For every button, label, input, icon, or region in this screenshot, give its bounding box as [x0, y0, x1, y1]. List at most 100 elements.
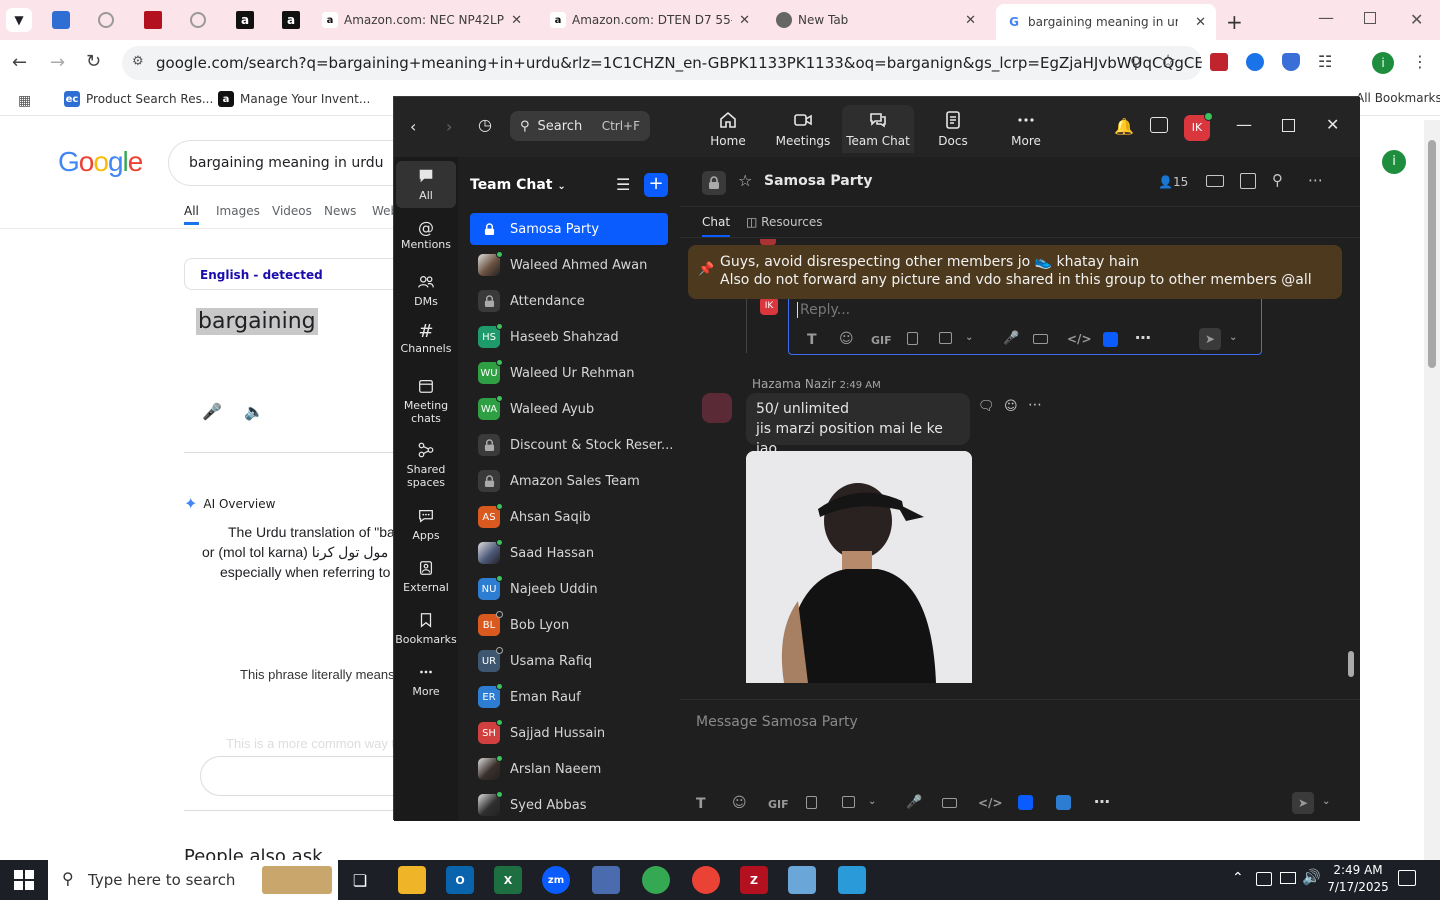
emoji-icon[interactable]: ☺ — [839, 331, 854, 347]
rail-bookmarks[interactable]: Bookmarks — [395, 611, 457, 646]
rail-dms[interactable]: DMs — [396, 273, 456, 308]
code-snippet-icon[interactable]: </> — [1067, 332, 1092, 346]
channel-item[interactable]: SH Sajjad Hussain — [470, 717, 668, 749]
notifications-icon[interactable] — [1398, 870, 1416, 886]
rail-external[interactable]: External — [396, 559, 456, 594]
google-profile-avatar[interactable]: i — [1382, 150, 1406, 174]
zoom-app-icon[interactable] — [1018, 795, 1033, 810]
page-scrollbar[interactable] — [1424, 120, 1440, 860]
chevron-down-icon[interactable]: ⌄ — [1322, 796, 1330, 807]
google-tab-videos[interactable]: Videos — [272, 204, 312, 218]
bookmark-star-icon[interactable]: ☆ — [1160, 51, 1176, 72]
screenshot-icon[interactable] — [842, 796, 855, 808]
filter-icon[interactable]: ☰ — [616, 175, 630, 194]
reply-input[interactable]: Reply... T ☺ GIF ⌄ 🎤 </> ⋯ ➤ ⌄ — [788, 293, 1262, 355]
message-image[interactable] — [746, 451, 972, 683]
tab-amazon-dten[interactable]: a Amazon.com: DTEN D7 55-in ✕ — [550, 0, 760, 40]
chevron-down-icon[interactable]: ⌄ — [965, 332, 973, 343]
profile-avatar[interactable]: i — [1372, 52, 1394, 74]
task-view-icon[interactable]: ❏ — [346, 866, 374, 894]
microphone-icon[interactable]: 🎤 — [1003, 331, 1019, 346]
new-tab-icon[interactable]: + — [1226, 10, 1243, 34]
close-icon[interactable]: ✕ — [965, 13, 976, 28]
more-dots-icon[interactable]: ⋯ — [1094, 792, 1110, 811]
meet-now-icon[interactable] — [1256, 872, 1272, 886]
channel-item[interactable]: WA Waleed Ayub — [470, 393, 668, 425]
gif-button[interactable]: GIF — [871, 334, 892, 347]
format-text-icon[interactable]: T — [807, 332, 817, 348]
more-dots-icon[interactable]: ⋯ — [1135, 328, 1151, 347]
excel-icon[interactable]: X — [494, 866, 522, 894]
apps-grid-icon[interactable]: ▦ — [18, 93, 31, 109]
forward-icon[interactable]: → — [50, 52, 65, 73]
rail-all[interactable]: All — [396, 161, 456, 208]
channel-item[interactable]: Arslan Naeem — [470, 753, 668, 785]
chevron-up-icon[interactable]: ⌃ — [1232, 870, 1244, 886]
rail-more[interactable]: More — [396, 663, 456, 698]
zoom-app2-icon[interactable] — [1056, 795, 1071, 810]
pinned-tab-amazon2-icon[interactable]: a — [282, 11, 300, 29]
close-icon[interactable]: ✕ — [511, 13, 522, 28]
nav-team-chat[interactable]: Team Chat — [842, 105, 914, 153]
gif-button[interactable]: GIF — [768, 798, 789, 811]
channel-item[interactable]: UR Usama Rafiq — [470, 645, 668, 677]
format-text-icon[interactable]: T — [696, 796, 706, 812]
address-bar[interactable]: ⚙ google.com/search?q=bargaining+meaning… — [122, 46, 1202, 80]
video-call-icon[interactable] — [1206, 175, 1224, 187]
rail-apps[interactable]: Apps — [396, 507, 456, 542]
send-icon[interactable]: ➤ — [1199, 328, 1221, 350]
show-more-button[interactable] — [200, 756, 400, 796]
microphone-icon[interactable]: 🎤 — [906, 795, 922, 810]
google-tab-images[interactable]: Images — [216, 204, 260, 218]
reload-icon[interactable]: ↻ — [86, 51, 101, 72]
outlook-icon[interactable]: O — [446, 866, 474, 894]
rail-shared-spaces[interactable]: Shared spaces — [396, 441, 456, 489]
tab-new-tab[interactable]: New Tab ✕ — [776, 0, 986, 40]
team-chat-dropdown[interactable]: Team Chat ⌄ — [470, 177, 566, 193]
add-reaction-icon[interactable]: ☺ — [1004, 399, 1018, 414]
pinned-tab-amazon-icon[interactable]: a — [236, 11, 254, 29]
google-tab-news[interactable]: News — [324, 204, 356, 218]
chrome-menu-icon[interactable]: ⋮ — [1412, 52, 1428, 71]
zoom-taskbar-icon[interactable]: zm — [542, 866, 570, 894]
back-icon[interactable]: ← — [12, 52, 27, 73]
message-bubble[interactable]: 50/ unlimited jis marzi position mai le … — [746, 393, 970, 457]
search-icon[interactable]: ⚲ — [1272, 171, 1283, 189]
channel-item[interactable]: NU Najeeb Uddin — [470, 573, 668, 605]
tab-search-icon[interactable]: ▼ — [6, 8, 32, 32]
channel-item[interactable]: Attendance — [470, 285, 668, 317]
new-chat-button[interactable]: + — [644, 173, 668, 197]
microphone-icon[interactable]: 🎤 — [202, 402, 222, 421]
file-icon[interactable] — [806, 796, 817, 809]
more-options-icon[interactable]: ⋯ — [1308, 171, 1323, 189]
app2-icon[interactable] — [838, 866, 866, 894]
nav-home[interactable]: Home — [692, 105, 764, 153]
channel-item[interactable]: Saad Hassan — [470, 537, 668, 569]
pinned-tab-ec-icon[interactable] — [52, 11, 70, 29]
message-composer[interactable]: Message Samosa Party T ☺ GIF ⌄ 🎤 </> ⋯ ➤… — [680, 699, 1360, 821]
channel-item[interactable]: WU Waleed Ur Rehman — [470, 357, 668, 389]
translate-source-text[interactable]: bargaining — [196, 308, 318, 335]
bell-icon[interactable]: 🔔 — [1114, 117, 1134, 136]
translate-source-language[interactable]: English - detected — [184, 258, 404, 290]
calendar-icon[interactable] — [1150, 117, 1168, 133]
window-close-icon[interactable]: ✕ — [1410, 10, 1423, 29]
system-clock[interactable]: 2:49 AM 7/17/2025 — [1318, 862, 1398, 896]
zoom-app-icon[interactable] — [1103, 332, 1118, 347]
video-message-icon[interactable] — [942, 798, 957, 808]
zoom-search-bar[interactable]: ⚲ Search Ctrl+F — [510, 111, 650, 141]
more-options-icon[interactable]: ⋯ — [1028, 397, 1042, 413]
pinned-tab-globe2-icon[interactable] — [190, 12, 206, 28]
file-icon[interactable] — [907, 332, 918, 345]
rail-channels[interactable]: # Channels — [396, 323, 456, 356]
extensions-puzzle-icon[interactable]: ☷ — [1318, 52, 1332, 71]
pinned-message-banner[interactable]: 📌 Guys, avoid disrespecting other member… — [688, 245, 1342, 299]
channel-item[interactable]: Waleed Ahmed Awan — [470, 249, 668, 281]
chevron-down-icon[interactable]: ⌄ — [868, 796, 876, 807]
sender-avatar[interactable] — [702, 393, 732, 423]
code-snippet-icon[interactable]: </> — [978, 796, 1003, 810]
channel-item[interactable]: Syed Abbas — [470, 789, 668, 821]
nav-meetings[interactable]: Meetings — [767, 105, 839, 153]
screenshot-icon[interactable] — [939, 332, 952, 344]
speaker-icon[interactable]: 🔈 — [244, 402, 264, 421]
